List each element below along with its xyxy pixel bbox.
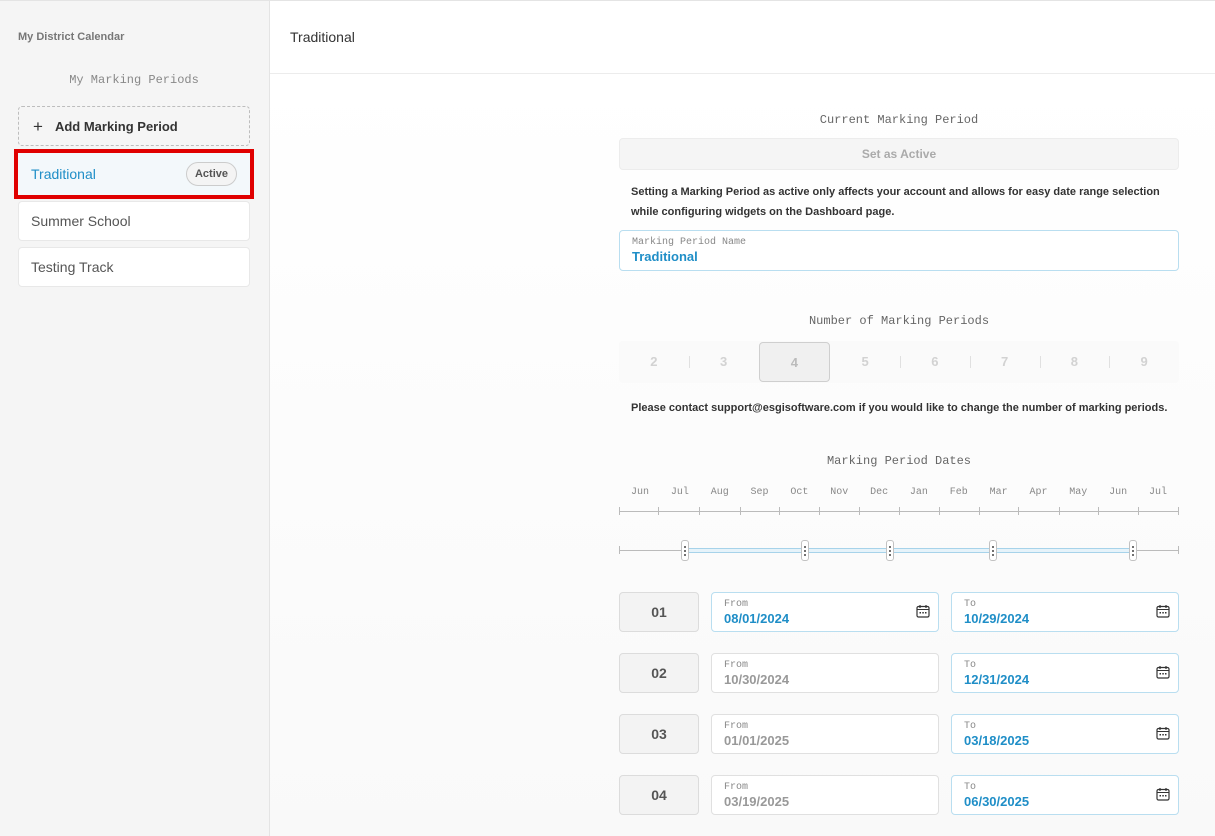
plus-icon: +: [33, 116, 43, 136]
period-count-option-5[interactable]: 5: [830, 342, 900, 382]
from-date-value: 08/01/2024: [724, 611, 790, 626]
sidebar-item-testing-track[interactable]: Testing Track: [18, 247, 250, 287]
period-number: 03: [619, 714, 699, 754]
sidebar: My District Calendar My Marking Periods …: [0, 0, 270, 836]
number-of-periods-section: Number of Marking Periods 2 3 4 5 6 7 8 …: [619, 314, 1179, 418]
current-marking-period-title: Current Marking Period: [819, 113, 979, 127]
month-label: Apr: [1029, 487, 1048, 498]
month-label: Jul: [670, 487, 689, 498]
name-field-label: Marking Period Name: [632, 237, 747, 248]
period-row: 01 From 08/01/2024 To 10/29/2024: [619, 592, 1179, 632]
period-count-option-9[interactable]: 9: [1109, 342, 1179, 382]
to-date-value: 03/18/2025: [964, 733, 1030, 748]
from-date-value: 01/01/2025: [724, 733, 790, 748]
sidebar-item-label: Testing Track: [31, 259, 114, 275]
period-row: 04 From 03/19/2025 To 06/30/2025: [619, 775, 1179, 815]
from-date-field[interactable]: From 08/01/2024: [711, 592, 939, 632]
page-header: Traditional: [270, 0, 1215, 74]
period-number: 01: [619, 592, 699, 632]
timeline-months: Jun Jul Aug Sep Oct Nov Dec Jan Feb Mar …: [619, 487, 1179, 498]
active-badge: Active: [185, 162, 237, 186]
from-label: From: [724, 721, 749, 732]
to-label: To: [964, 660, 977, 671]
month-label: Jul: [1148, 487, 1167, 498]
number-of-periods-title: Number of Marking Periods: [808, 314, 990, 328]
sidebar-title: My District Calendar: [18, 31, 125, 43]
period-count-option-7[interactable]: 7: [969, 342, 1040, 382]
to-date-field[interactable]: To 12/31/2024: [951, 653, 1179, 693]
from-label: From: [724, 599, 749, 610]
marking-period-dates-title: Marking Period Dates: [826, 454, 972, 468]
to-label: To: [964, 599, 977, 610]
from-label: From: [724, 782, 749, 793]
month-label: Nov: [830, 487, 849, 498]
period-number: 04: [619, 775, 699, 815]
period-count-option-3[interactable]: 3: [688, 342, 759, 382]
period-row: 02 From 10/30/2024 To 12/31/2024: [619, 653, 1179, 693]
period-row: 03 From 01/01/2025 To 03/18/2025: [619, 714, 1179, 754]
sidebar-item-summer-school[interactable]: Summer School: [18, 201, 250, 241]
period-count-option-6[interactable]: 6: [900, 342, 970, 382]
current-marking-period-section: Current Marking Period Set as Active Set…: [619, 113, 1179, 271]
from-date-field: From 01/01/2025: [711, 714, 939, 754]
to-date-value: 12/31/2024: [964, 672, 1030, 687]
slider-handle[interactable]: [886, 540, 894, 561]
month-label: Feb: [949, 487, 968, 498]
sidebar-item-label: Traditional: [31, 166, 96, 182]
to-date-field[interactable]: To 06/30/2025: [951, 775, 1179, 815]
slider-handle[interactable]: [681, 540, 689, 561]
from-date-value: 03/19/2025: [724, 794, 790, 809]
period-count-selector: 2 3 4 5 6 7 8 9: [619, 341, 1179, 383]
slider-range: [685, 548, 1133, 553]
period-number: 02: [619, 653, 699, 693]
month-label: Mar: [989, 487, 1008, 498]
add-marking-period-button[interactable]: + Add Marking Period: [18, 106, 250, 146]
period-count-option-8[interactable]: 8: [1039, 342, 1110, 382]
month-label: Jun: [631, 487, 650, 498]
from-date-value: 10/30/2024: [724, 672, 790, 687]
active-note: Setting a Marking Period as active only …: [631, 186, 1160, 218]
slider-handle[interactable]: [989, 540, 997, 561]
month-label: Dec: [870, 487, 889, 498]
page-title: Traditional: [290, 29, 355, 45]
calendar-icon[interactable]: [1156, 787, 1170, 801]
month-label: Jun: [1109, 487, 1128, 498]
to-label: To: [964, 721, 977, 732]
to-date-value: 06/30/2025: [964, 794, 1030, 809]
month-label: Aug: [710, 487, 729, 498]
sidebar-item-label: Summer School: [31, 213, 131, 229]
period-count-option-4[interactable]: 4: [758, 342, 831, 382]
contact-note: Please contact support@esgisoftware.com …: [631, 402, 1168, 414]
to-date-field[interactable]: To 10/29/2024: [951, 592, 1179, 632]
period-count-option-2[interactable]: 2: [619, 342, 689, 382]
from-label: From: [724, 660, 749, 671]
calendar-icon[interactable]: [916, 604, 930, 618]
month-label: Sep: [750, 487, 769, 498]
name-field-value: Traditional: [632, 249, 698, 264]
calendar-icon[interactable]: [1156, 665, 1170, 679]
marking-period-name-field[interactable]: Marking Period Name Traditional: [619, 230, 1179, 271]
add-marking-period-label: Add Marking Period: [54, 118, 178, 134]
date-range-slider: [619, 540, 1179, 561]
calendar-icon[interactable]: [1156, 726, 1170, 740]
from-date-field: From 10/30/2024: [711, 653, 939, 693]
from-date-field: From 03/19/2025: [711, 775, 939, 815]
month-label: May: [1069, 487, 1088, 498]
sidebar-item-traditional[interactable]: Traditional Active: [14, 149, 254, 199]
slider-handle[interactable]: [801, 540, 809, 561]
marking-period-dates-section: Marking Period Dates Jun Jul Aug Sep Oct…: [619, 454, 1179, 561]
calendar-icon[interactable]: [1156, 604, 1170, 618]
slider-handle[interactable]: [1129, 540, 1137, 561]
to-date-value: 10/29/2024: [964, 611, 1030, 626]
to-label: To: [964, 782, 977, 793]
sidebar-subtitle: My Marking Periods: [69, 73, 199, 87]
set-as-active-button[interactable]: Set as Active: [619, 138, 1179, 170]
to-date-field[interactable]: To 03/18/2025: [951, 714, 1179, 754]
timeline-ticks: [619, 504, 1179, 515]
month-label: Oct: [790, 487, 809, 498]
month-label: Jan: [909, 487, 928, 498]
